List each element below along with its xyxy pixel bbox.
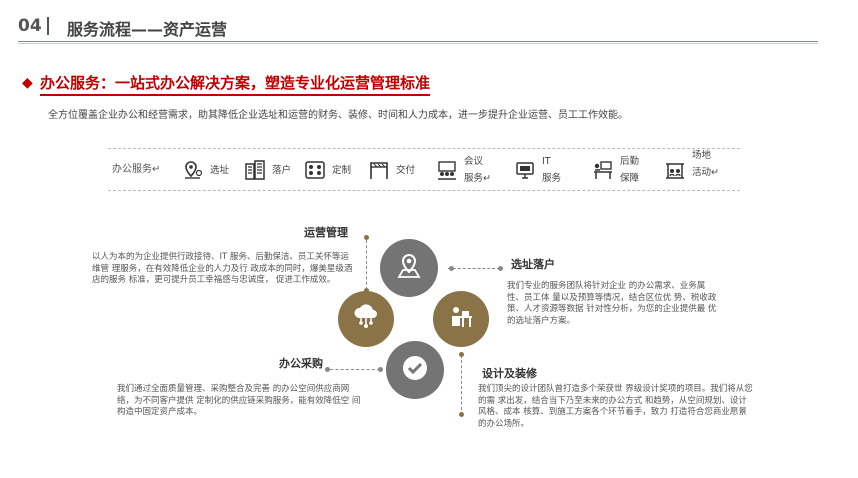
location-pin-icon	[182, 159, 204, 181]
section-intro: 全方位覆盖企业办公和经营需求，助其降低企业选址和运营的财务、装修、时间和人力成本…	[48, 110, 628, 121]
connector-dot	[459, 412, 464, 417]
site-circle	[380, 239, 438, 297]
service-item-register: 落户	[244, 150, 291, 190]
ops-title: 运营管理	[304, 226, 348, 239]
venue-icon	[664, 159, 686, 181]
strip-bottom-rule	[108, 190, 740, 191]
service-item-venue: 场地活动↵	[664, 150, 719, 190]
section-number: 04	[18, 16, 42, 36]
service-label-line-2: 保障	[620, 173, 640, 184]
purchase-title: 办公采购	[279, 357, 323, 370]
checkmark-icon	[399, 352, 431, 388]
connector-site	[448, 268, 500, 269]
service-label-line-1: 会议	[464, 156, 484, 167]
connector-dot	[378, 367, 383, 372]
design-circle	[433, 291, 489, 347]
service-item-logistics: 后勤 保障	[592, 150, 639, 190]
design-text: 我们顶尖的设计团队曾打造多个荣获世 界级设计奖项的项目。我们将从您的需 求出发，…	[478, 384, 753, 429]
meeting-icon	[436, 159, 458, 181]
gate-icon	[368, 159, 390, 181]
connector-dot	[498, 266, 503, 271]
service-item-it: IT 服务	[514, 150, 561, 190]
computer-icon	[514, 159, 536, 181]
service-label: 会议服务↵	[464, 153, 491, 187]
ops-text: 以人为本的为企业提供行政接待、IT 服务、后勤保洁、员工关怀等运维管 理服务，在…	[92, 252, 353, 285]
service-label: 后勤 保障	[620, 153, 639, 187]
service-label: 落户	[272, 164, 292, 176]
cloud-network-icon	[351, 302, 381, 336]
service-item-custom: 定制	[304, 150, 351, 190]
service-label: 选址	[210, 164, 230, 176]
desk-icon	[592, 159, 614, 181]
connector-dot	[325, 367, 330, 372]
strip-top-rule	[108, 148, 740, 149]
service-item-site: 选址	[182, 150, 229, 190]
purchase-text: 我们通过全面质量管理、采购整合及完善 的办公空间供应商网络，为不同客户提供 定制…	[117, 384, 361, 417]
service-label-line-1: 后勤	[620, 156, 640, 167]
connector-purchase	[325, 369, 380, 370]
connector-design	[461, 355, 462, 415]
map-pin-icon	[394, 251, 424, 285]
designer-desk-icon	[446, 302, 476, 336]
connector-dot	[449, 266, 454, 271]
service-label: 交付	[396, 164, 416, 176]
header-divider	[47, 17, 49, 35]
diamond-icon: ◆	[22, 75, 33, 91]
site-text: 我们专业的服务团队将针对企业 的办公需求、业务属性、员工体 量以及预算等情况，结…	[507, 281, 717, 326]
ops-circle	[338, 291, 394, 347]
header-rule	[18, 41, 818, 42]
connector-dot	[459, 352, 464, 357]
strip-label: 办公服务↵	[112, 164, 161, 175]
slide: 04 服务流程——资产运营 ◆ 办公服务：一站式办公解决方案，塑造专业化运营管理…	[0, 0, 858, 478]
header-rule-secondary	[18, 43, 818, 44]
service-label-line-1: 场地	[692, 150, 712, 161]
service-label: 场地活动↵	[692, 147, 719, 181]
service-label: IT 服务	[542, 153, 561, 187]
page-title: 服务流程——资产运营	[67, 20, 228, 39]
section-title: 办公服务：一站式办公解决方案，塑造专业化运营管理标准	[40, 72, 431, 96]
connector-ops	[366, 240, 367, 290]
service-label-line-1: IT	[542, 156, 551, 167]
connector-dot	[364, 235, 369, 240]
service-item-meeting: 会议服务↵	[436, 150, 491, 190]
site-title: 选址落户	[511, 258, 555, 271]
service-item-delivery: 交付	[368, 150, 415, 190]
layout-icon	[304, 159, 326, 181]
service-label-line-2: 活动↵	[692, 167, 719, 178]
service-label-line-2: 服务	[542, 173, 562, 184]
design-title: 设计及装修	[482, 367, 537, 380]
purchase-circle	[386, 341, 444, 399]
building-icon	[244, 159, 266, 181]
service-label: 定制	[332, 164, 352, 176]
service-label-line-2: 服务↵	[464, 173, 491, 184]
